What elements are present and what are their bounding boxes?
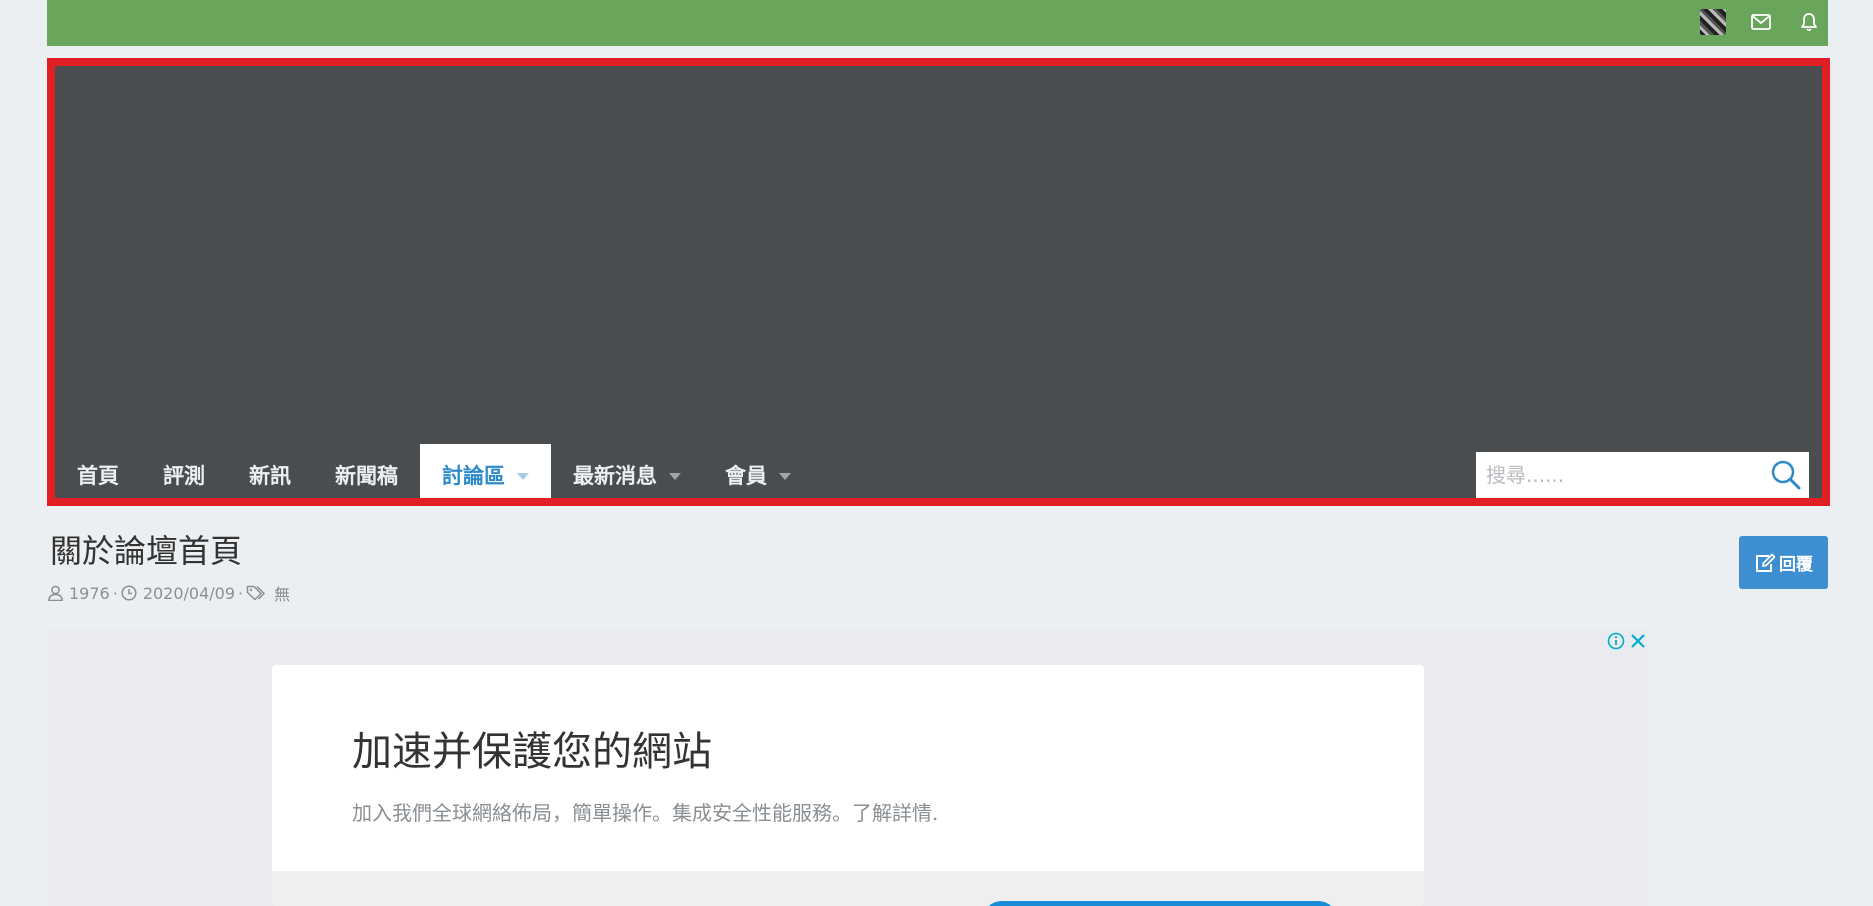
ad-description: 加入我們全球網絡佈局，簡單操作。集成安全性能服務。了解詳情. (352, 801, 939, 825)
ad-controls (1607, 632, 1647, 650)
clock-icon (121, 585, 137, 601)
nav-item-label: 最新消息 (573, 464, 657, 488)
page-title: 關於論壇首頁 (50, 532, 243, 570)
info-icon[interactable] (1607, 632, 1625, 650)
nav-item-label: 會員 (725, 464, 767, 488)
ad-card[interactable]: 加速并保護您的網站 加入我們全球網絡佈局，簡單操作。集成安全性能服務。了解詳情. (272, 665, 1424, 906)
search-icon (1771, 460, 1801, 490)
thread-meta: 1976 · 2020/04/09 · 無 (48, 581, 290, 605)
bell-icon[interactable] (1795, 8, 1823, 36)
reply-label: 回覆 (1779, 555, 1813, 575)
search-box (1476, 452, 1809, 498)
meta-separator: · (238, 583, 244, 603)
nav-item-home[interactable]: 首頁 (55, 444, 141, 498)
meta-separator: · (112, 583, 118, 603)
nav-item-latest[interactable]: 最新消息 (551, 444, 703, 498)
nav-item-forum[interactable]: 討論區 (420, 444, 551, 498)
header-banner: 首頁 評測 新訊 新聞稿 討論區 最新消息 會員 (47, 58, 1830, 506)
ad-title[interactable]: 加速并保護您的網站 (352, 719, 712, 777)
user-icon (48, 585, 63, 601)
nav-item-reviews[interactable]: 評測 (141, 444, 227, 498)
reply-button[interactable]: 回覆 (1739, 536, 1828, 589)
nav-item-members[interactable]: 會員 (703, 444, 813, 498)
ad-cta-button[interactable] (982, 901, 1338, 906)
tags-icon (246, 585, 268, 601)
nav-item-label: 新聞稿 (335, 464, 398, 488)
nav-item-label: 新訊 (249, 464, 291, 488)
user-avatar[interactable] (1699, 8, 1727, 36)
top-bar (47, 0, 1828, 46)
main-nav: 首頁 評測 新訊 新聞稿 討論區 最新消息 會員 (55, 444, 813, 498)
ad-container: 加速并保護您的網站 加入我們全球網絡佈局，簡單操作。集成安全性能服務。了解詳情. (47, 630, 1647, 906)
chevron-down-icon[interactable] (669, 472, 681, 480)
nav-item-label: 首頁 (77, 464, 119, 488)
thread-author[interactable]: 1976 (69, 584, 110, 603)
nav-item-press[interactable]: 新聞稿 (313, 444, 420, 498)
search-input[interactable] (1476, 452, 1763, 498)
nav-item-label: 評測 (163, 464, 205, 488)
thread-tags: 無 (274, 585, 291, 604)
nav-item-news[interactable]: 新訊 (227, 444, 313, 498)
chevron-down-icon[interactable] (517, 472, 529, 480)
ad-footer (272, 871, 1424, 906)
chevron-down-icon[interactable] (779, 472, 791, 480)
search-button[interactable] (1763, 452, 1809, 498)
thread-date[interactable]: 2020/04/09 (143, 584, 235, 603)
close-icon[interactable] (1629, 632, 1647, 650)
mail-icon[interactable] (1747, 8, 1775, 36)
nav-item-label: 討論區 (442, 464, 505, 488)
edit-icon (1756, 553, 1776, 572)
avatar-image (1700, 9, 1726, 35)
